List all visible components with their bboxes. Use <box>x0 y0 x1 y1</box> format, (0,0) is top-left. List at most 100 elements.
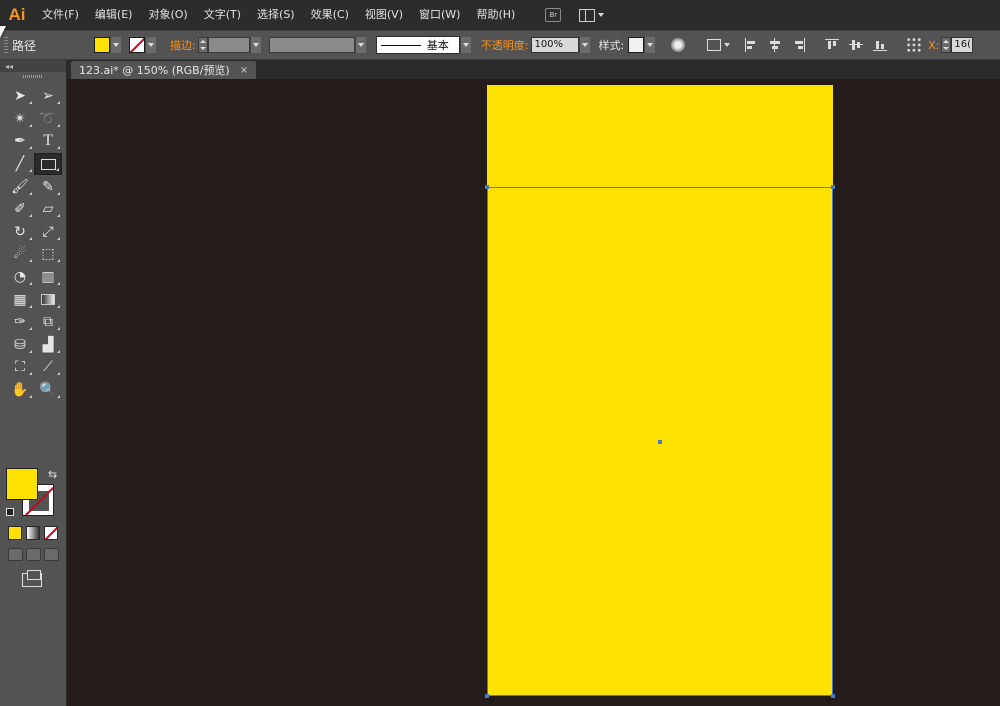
swap-fill-stroke-icon[interactable]: ⇆ <box>48 468 57 481</box>
fill-control[interactable] <box>94 37 122 53</box>
warp-tool[interactable]: ☄ <box>6 243 34 265</box>
brush-definition[interactable]: 基本 <box>375 36 460 54</box>
gradient-tool[interactable] <box>34 289 62 311</box>
stroke-weight-label[interactable]: 描边: <box>170 37 196 53</box>
fill-swatch[interactable] <box>94 37 111 53</box>
hand-tool[interactable]: ✋ <box>6 379 34 401</box>
shape-builder-tool[interactable]: ◔ <box>6 266 34 288</box>
perspective-grid-tool[interactable]: ▥ <box>34 266 62 288</box>
stroke-swatch[interactable] <box>129 37 146 53</box>
menu-select[interactable]: 选择(S) <box>249 0 303 30</box>
menu-effect[interactable]: 效果(C) <box>303 0 357 30</box>
stroke-dropdown[interactable] <box>145 37 157 53</box>
paintbrush-tool[interactable]: 🖌 <box>6 176 34 198</box>
gradient-mode-icon[interactable] <box>26 526 40 540</box>
fill-dropdown[interactable] <box>110 37 122 53</box>
selection-type-label: 路径 <box>12 38 37 53</box>
align-top-icon[interactable] <box>825 38 840 52</box>
opacity-dropdown[interactable] <box>579 37 591 53</box>
selection-handle-top-right[interactable] <box>831 185 835 189</box>
symbol-sprayer-tool[interactable]: ⛁ <box>6 334 34 356</box>
stroke-weight-spinner[interactable] <box>197 37 208 53</box>
selection-handle-top-left[interactable] <box>485 185 489 189</box>
menu-edit[interactable]: 编辑(E) <box>87 0 141 30</box>
artboard-canvas[interactable] <box>67 79 1000 706</box>
align-vertical-center-icon[interactable] <box>849 38 864 52</box>
variable-width-dropdown[interactable] <box>354 37 366 53</box>
eraser-icon: ▱ <box>42 201 54 218</box>
yellow-rectangle-top[interactable] <box>487 85 833 187</box>
bridge-button[interactable]: Br <box>545 8 562 22</box>
illustrator-window: Ai 文件(F) 编辑(E) 对象(O) 文字(T) 选择(S) 效果(C) 视… <box>0 0 1000 706</box>
zoom-tool[interactable]: 🔍 <box>34 379 62 401</box>
artboard-tool[interactable]: ⛶ <box>6 356 34 378</box>
recolor-icon[interactable] <box>671 38 686 52</box>
document-tab[interactable]: 123.ai* @ 150% (RGB/预览) × <box>71 61 257 79</box>
x-field[interactable]: 16( <box>951 37 974 53</box>
none-mode-icon[interactable] <box>44 526 58 540</box>
blob-brush-tool[interactable]: ✐ <box>6 198 34 220</box>
selection-tool[interactable]: ➤ <box>6 85 34 107</box>
scale-tool[interactable]: ⤢ <box>34 221 62 243</box>
panel-grip[interactable] <box>4 37 8 53</box>
brush-definition-dropdown[interactable] <box>459 37 471 53</box>
free-transform-tool[interactable]: ⬚ <box>34 243 62 265</box>
slice-icon: ⟋ <box>43 359 53 376</box>
transform-reference-point-icon[interactable] <box>906 37 923 53</box>
menu-file[interactable]: 文件(F) <box>34 0 87 30</box>
color-mode-icon[interactable] <box>8 526 22 540</box>
default-fill-stroke-icon[interactable] <box>6 508 14 516</box>
stroke-control[interactable] <box>129 37 157 53</box>
column-graph-tool[interactable]: ▟ <box>34 334 62 356</box>
lasso-tool[interactable]: ➰ <box>34 108 62 130</box>
blend-tool[interactable]: ⧉ <box>34 311 62 333</box>
selection-handle-bottom-right[interactable] <box>831 694 835 698</box>
menu-view[interactable]: 视图(V) <box>357 0 411 30</box>
pencil-tool[interactable]: ✎ <box>34 176 62 198</box>
screen-mode-icon[interactable] <box>22 570 42 587</box>
graphic-style-dropdown[interactable] <box>644 37 656 53</box>
mesh-tool[interactable]: ▦ <box>6 289 34 311</box>
menu-help[interactable]: 帮助(H) <box>468 0 523 30</box>
align-to-icon[interactable] <box>707 39 722 51</box>
align-horizontal-center-icon[interactable] <box>768 38 782 52</box>
scale-icon: ⤢ <box>42 223 54 240</box>
tools-panel: ◂◂ ➤ ➢ ✴ ➰ ✒ T ╱ 🖌 ✎ ✐ ▱ ↻ ⤢ ☄ ⬚ ◔ ▥ ▦ ✑… <box>0 60 67 706</box>
direct-selection-tool[interactable]: ➢ <box>34 85 62 107</box>
variable-width-field[interactable] <box>268 37 355 53</box>
eyedropper-tool[interactable]: ✑ <box>6 311 34 333</box>
close-icon[interactable]: × <box>240 65 248 76</box>
type-tool[interactable]: T <box>34 130 62 152</box>
line-segment-tool[interactable]: ╱ <box>6 153 34 175</box>
rectangle-icon <box>40 158 56 170</box>
menu-object[interactable]: 对象(O) <box>140 0 195 30</box>
align-left-icon[interactable] <box>744 38 758 52</box>
align-bottom-icon[interactable] <box>873 38 888 52</box>
draw-behind-icon[interactable] <box>26 548 41 561</box>
opacity-label[interactable]: 不透明度: <box>481 37 529 53</box>
panel-grip[interactable] <box>0 72 66 80</box>
collapse-panel-icon[interactable]: ◂◂ <box>0 60 66 72</box>
x-spinner[interactable] <box>941 37 952 53</box>
slice-tool[interactable]: ⟋ <box>34 356 62 378</box>
arrow-icon: ➤ <box>14 88 26 105</box>
rectangle-tool[interactable] <box>34 153 62 176</box>
pencil-icon: ✎ <box>42 178 54 195</box>
eraser-tool[interactable]: ▱ <box>34 198 62 220</box>
selection-handle-bottom-left[interactable] <box>485 694 489 698</box>
graphic-style-swatch[interactable] <box>628 37 645 53</box>
rotate-tool[interactable]: ↻ <box>6 221 34 243</box>
draw-inside-icon[interactable] <box>44 548 59 561</box>
workspace-switcher[interactable] <box>579 8 605 22</box>
stroke-weight-field[interactable] <box>207 37 250 53</box>
magic-wand-tool[interactable]: ✴ <box>6 108 34 130</box>
opacity-field[interactable]: 100% <box>531 37 580 53</box>
drawing-mode-row <box>8 548 59 561</box>
pen-tool[interactable]: ✒ <box>6 130 34 152</box>
menu-window[interactable]: 窗口(W) <box>411 0 468 30</box>
menu-type[interactable]: 文字(T) <box>196 0 249 30</box>
stroke-weight-dropdown[interactable] <box>249 37 261 53</box>
align-right-icon[interactable] <box>792 38 806 52</box>
draw-normal-icon[interactable] <box>8 548 23 561</box>
fill-color-swatch[interactable] <box>6 468 38 500</box>
